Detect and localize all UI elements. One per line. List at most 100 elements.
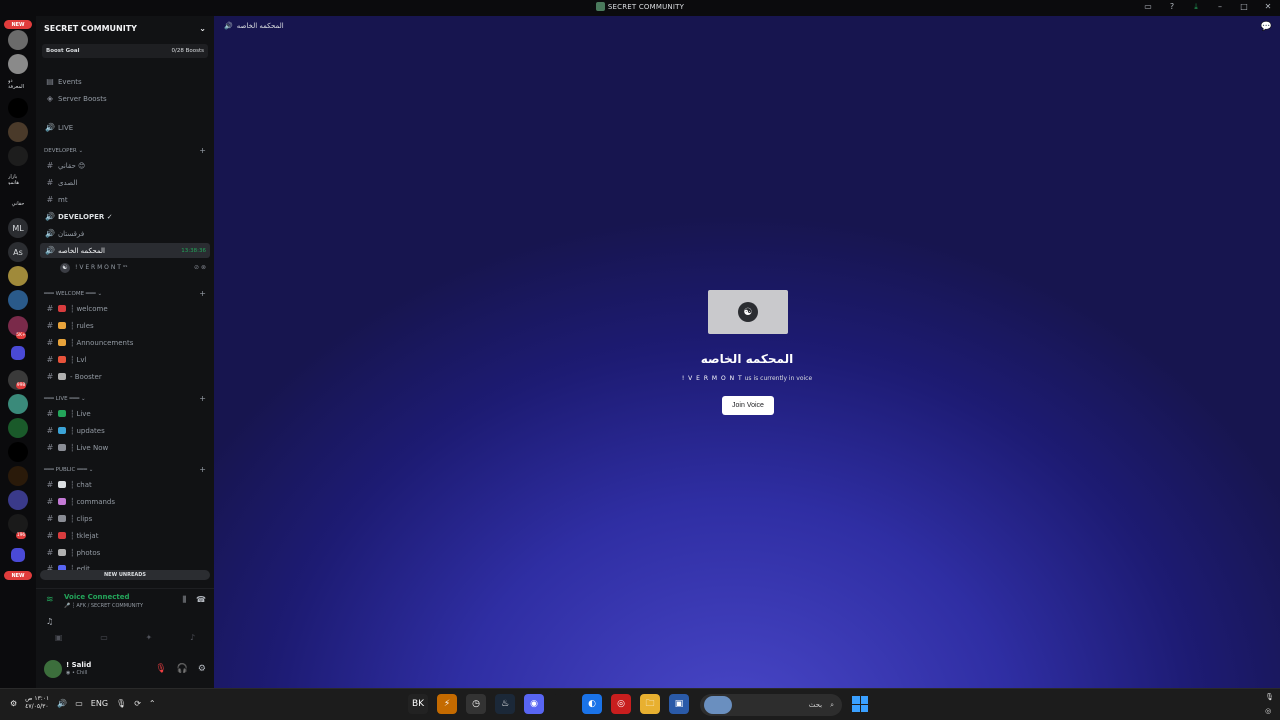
add-channel-icon[interactable]: + <box>199 146 206 155</box>
disconnect-icon[interactable]: ☎ <box>196 595 206 605</box>
text-channel[interactable]: # ┆ updates <box>40 423 210 438</box>
voice-channel[interactable]: 🔊 DEVELOPER ✓ <box>40 209 210 224</box>
folder-icon[interactable] <box>11 346 25 360</box>
server-label[interactable]: ذو المعرفة <box>8 74 28 94</box>
discord-icon[interactable]: ◉ <box>524 694 544 714</box>
folder-icon[interactable] <box>11 548 25 562</box>
volume-icon[interactable]: 🔊 <box>57 699 67 708</box>
sidebar-item-events[interactable]: ▤ Events <box>40 74 210 89</box>
microphone-icon[interactable]: 🎙 <box>116 699 126 708</box>
server-icon[interactable] <box>8 98 28 118</box>
noise-suppression-icon[interactable]: ⫼ <box>182 595 186 605</box>
channel-category[interactable]: DEVELOPER ⌄ + <box>40 143 210 158</box>
text-channel[interactable]: # mt <box>40 192 210 207</box>
text-channel[interactable]: # ┆ clips <box>40 511 210 526</box>
server-icon[interactable] <box>8 30 28 50</box>
voice-channel[interactable]: 🔊 المحكمه الخاصه 13:38:36 <box>40 243 210 258</box>
server-icon[interactable] <box>8 490 28 510</box>
mute-mic-icon[interactable]: 🎙 <box>155 664 166 674</box>
text-channel[interactable]: # ┆ Lvl <box>40 352 210 367</box>
server-icon[interactable] <box>8 54 28 74</box>
add-channel-icon[interactable]: + <box>199 289 206 298</box>
boost-goal[interactable]: Boost Goal 0/28 Boosts <box>42 44 208 58</box>
signal-icon[interactable]: ≋ <box>46 595 54 605</box>
close-icon[interactable]: ✕ <box>1262 2 1274 12</box>
server-label[interactable]: بازار هاتمو <box>8 170 28 190</box>
text-channel[interactable]: # ┆ chat <box>40 477 210 492</box>
app-icon[interactable]: ◎ <box>611 694 631 714</box>
activities-icon[interactable]: ✦ <box>146 633 153 642</box>
server-label[interactable]: حقاني <box>8 194 28 214</box>
server-icon[interactable] <box>8 514 28 534</box>
channel-category[interactable]: ━━━ LIVE ━━━ ⌄ + <box>40 391 210 406</box>
voice-status[interactable]: Voice Connected <box>64 593 130 601</box>
join-voice-button[interactable]: Join Voice <box>722 396 774 415</box>
network-icon[interactable]: ▭ <box>75 699 83 708</box>
inbox-icon[interactable]: ▭ <box>1142 2 1154 12</box>
add-channel-icon[interactable]: + <box>199 394 206 403</box>
channel-category[interactable]: ━━━ welcome ━━━ ⌄ + <box>40 286 210 301</box>
taskbar-search[interactable]: بحث ⌕ <box>700 694 842 716</box>
status-tray-icon[interactable]: ◎ <box>1265 707 1274 715</box>
maximize-icon[interactable]: □ <box>1238 2 1250 12</box>
server-icon[interactable] <box>8 394 28 414</box>
app-icon[interactable]: ⚡ <box>437 694 457 714</box>
help-icon[interactable]: ? <box>1166 2 1178 12</box>
sidebar-item-server-boosts[interactable]: ◈ Server Boosts <box>40 91 210 106</box>
chrome-icon[interactable]: ◐ <box>582 694 602 714</box>
chevron-up-icon[interactable]: ⌃ <box>149 699 156 708</box>
server-icon[interactable] <box>8 146 28 166</box>
app-icon[interactable]: ▣ <box>669 694 689 714</box>
voice-channel[interactable]: 🔊 فرقستان <box>40 226 210 241</box>
app-icon[interactable]: ◷ <box>466 694 486 714</box>
soundboard-icon[interactable]: ♫ <box>46 617 53 626</box>
new-unreads-pill[interactable]: NEW UNREADS <box>40 570 210 580</box>
voice-channel[interactable]: 🔊 LIVE <box>40 120 210 135</box>
text-channel[interactable]: # ┆ tklejat <box>40 528 210 543</box>
soundboard-button-icon[interactable]: ♪ <box>190 633 195 642</box>
voice-location[interactable]: 🎤 ┆ AFK / SECRET COMMUNITY <box>64 603 143 609</box>
voice-user-tile[interactable]: ☯ <box>708 290 788 334</box>
server-icon[interactable] <box>8 418 28 438</box>
add-channel-icon[interactable]: + <box>199 465 206 474</box>
mic-tray-icon[interactable]: 🎙 <box>1265 693 1274 701</box>
file-explorer-icon[interactable]: 🗀 <box>640 694 660 714</box>
server-label[interactable]: ML <box>8 218 28 238</box>
text-channel[interactable]: # - Booster <box>40 369 210 384</box>
text-channel[interactable]: # ┆ rules <box>40 318 210 333</box>
settings-gear-icon[interactable]: ⚙ <box>198 664 206 674</box>
channel-category[interactable]: ━━━ PUBLIC ━━━ ⌄ + <box>40 462 210 477</box>
server-icon[interactable] <box>8 442 28 462</box>
text-channel[interactable]: # ┆ welcome <box>40 301 210 316</box>
minimize-icon[interactable]: – <box>1214 2 1226 12</box>
download-icon[interactable]: ⤓ <box>1190 2 1202 12</box>
settings-icon[interactable]: ⚙ <box>10 699 17 708</box>
text-channel[interactable]: # ┆ Live <box>40 406 210 421</box>
start-icon[interactable] <box>852 696 868 712</box>
steam-icon[interactable]: ♨ <box>495 694 515 714</box>
sync-icon[interactable]: ⟳ <box>134 699 141 708</box>
clock[interactable]: ١٣:٠١ ص ٤٧/٠٥/٣٠ <box>25 695 49 711</box>
server-label[interactable]: As <box>8 242 28 262</box>
server-icon[interactable] <box>8 266 28 286</box>
server-icon[interactable] <box>8 122 28 142</box>
chat-icon[interactable]: 💬 <box>1261 22 1272 32</box>
voice-user[interactable]: ☯ ! V E R M O N T ᵘˢ ⊘ ⊗ <box>40 260 210 275</box>
guild-header[interactable]: SECRET COMMUNITY ⌄ <box>36 16 214 40</box>
text-channel[interactable]: # ┆ Announcements <box>40 335 210 350</box>
text-channel[interactable]: # ┆ Live Now <box>40 440 210 455</box>
user-name[interactable]: ! Salid <box>66 661 91 669</box>
server-icon[interactable] <box>8 290 28 310</box>
app-icon[interactable] <box>553 694 573 714</box>
text-channel[interactable]: # حقاني 😊 <box>40 158 210 173</box>
text-channel[interactable]: # الصدى <box>40 175 210 190</box>
camera-icon[interactable]: ▣ <box>55 633 63 642</box>
avatar[interactable] <box>44 660 62 678</box>
text-channel[interactable]: # ┆ photos <box>40 545 210 560</box>
app-icon[interactable]: BK <box>408 694 428 714</box>
text-channel[interactable]: # ┆ commands <box>40 494 210 509</box>
headphones-icon[interactable]: 🎧 <box>177 664 188 674</box>
screen-share-icon[interactable]: ▭ <box>100 633 108 642</box>
language-indicator[interactable]: ENG <box>91 699 108 708</box>
server-icon[interactable] <box>8 466 28 486</box>
